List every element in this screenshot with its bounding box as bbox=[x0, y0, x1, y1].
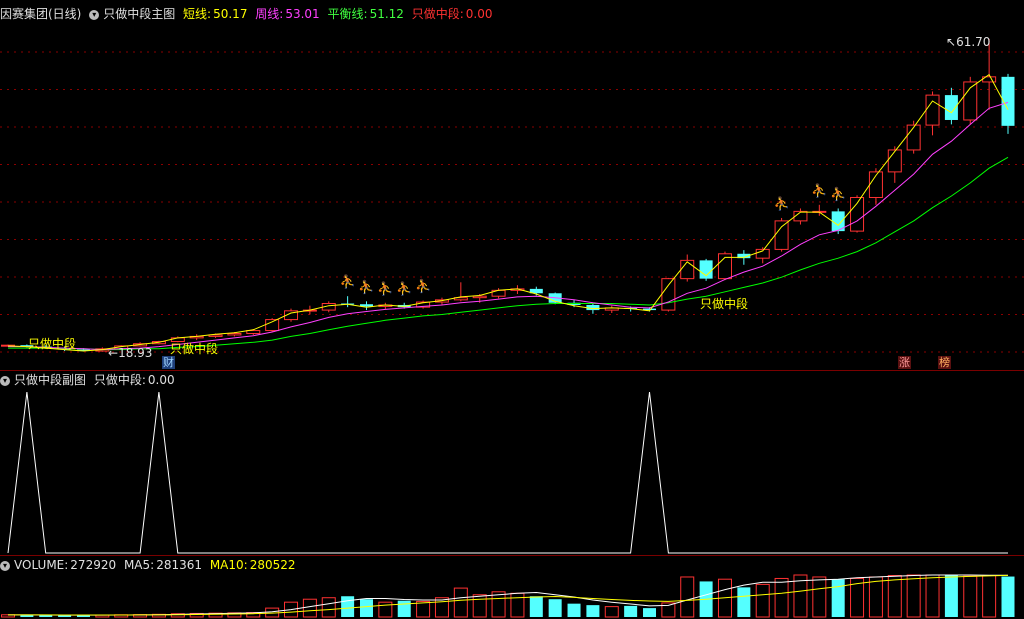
candle-body bbox=[887, 149, 902, 173]
badge-zhang[interactable]: 涨 bbox=[898, 356, 911, 369]
candle-body bbox=[944, 95, 958, 120]
low-price-label: ←18.93 bbox=[108, 346, 152, 360]
sub-indicator-line bbox=[7, 391, 1008, 554]
volume-bar bbox=[567, 603, 581, 617]
price-gridlines bbox=[0, 51, 1024, 353]
signal-figure-icon: ⛹ bbox=[358, 278, 374, 295]
volume-bar bbox=[680, 576, 695, 618]
volume-bar bbox=[604, 606, 619, 618]
signal-figure-icon: ⛹ bbox=[773, 195, 789, 212]
volume-bar bbox=[887, 574, 902, 618]
volume-bar bbox=[453, 587, 468, 618]
volume-bar bbox=[963, 575, 978, 618]
volume-bar bbox=[624, 605, 638, 617]
candle-body bbox=[774, 220, 789, 250]
volume-bar bbox=[472, 594, 487, 618]
volume-bar bbox=[944, 575, 958, 617]
candle-body bbox=[906, 124, 921, 151]
volume-bar bbox=[529, 596, 543, 617]
low-arrow-icon: ← bbox=[108, 346, 119, 360]
volume-bar bbox=[302, 598, 317, 618]
badge-bang[interactable]: 榜 bbox=[938, 356, 951, 369]
candle-body bbox=[472, 295, 487, 299]
volume-bar bbox=[643, 608, 657, 617]
low-price-value: 18.93 bbox=[118, 346, 153, 360]
signal-figure-icon: ⛹ bbox=[396, 280, 412, 297]
volume-bar bbox=[321, 597, 336, 618]
volume-bar bbox=[982, 574, 997, 618]
balance-line bbox=[8, 156, 1009, 351]
volume-bar bbox=[359, 599, 373, 617]
volume-bar bbox=[434, 597, 449, 618]
candle-body bbox=[661, 278, 676, 311]
volume-bar bbox=[397, 600, 411, 617]
signal-figure-icon: ⛹ bbox=[830, 185, 846, 202]
volume-bar bbox=[510, 592, 525, 618]
volume-bar bbox=[341, 596, 355, 617]
high-price-label: ↖61.70 bbox=[946, 35, 990, 49]
volume-bar bbox=[548, 599, 562, 617]
signal-figure-icon: ⛹ bbox=[415, 278, 431, 295]
candle-body bbox=[680, 259, 695, 280]
candle-body bbox=[925, 94, 940, 126]
volume-bar bbox=[868, 576, 883, 618]
chart-canvas[interactable]: ⛹ ⛹ ⛹ ⛹ ⛹⛹⛹ ⛹ bbox=[0, 0, 1024, 619]
signal-text-2: 只做中段 bbox=[170, 342, 219, 356]
signal-text-3: 只做中段 bbox=[700, 297, 749, 311]
candle-body bbox=[227, 332, 242, 336]
signal-figure-icon: ⛹ bbox=[340, 273, 356, 290]
volume-bar bbox=[586, 605, 600, 617]
badge-cai[interactable]: 财 bbox=[162, 356, 175, 369]
candle-body bbox=[265, 319, 280, 332]
volume-bar bbox=[831, 579, 845, 617]
volume-bar bbox=[812, 576, 827, 618]
volume-bar bbox=[755, 583, 770, 618]
volume-bar bbox=[416, 600, 431, 618]
high-arrow-icon: ↖ bbox=[946, 35, 957, 49]
volume-series bbox=[1, 574, 1015, 618]
volume-bar bbox=[737, 587, 751, 617]
signal-figure-icon: ⛹ bbox=[377, 280, 393, 297]
signal-figure-icon: ⛹ bbox=[811, 182, 827, 199]
volume-bar bbox=[906, 574, 921, 618]
high-price-value: 61.70 bbox=[956, 35, 991, 49]
volume-bar bbox=[76, 615, 90, 617]
volume-bar bbox=[774, 577, 789, 618]
volume-bar bbox=[1001, 576, 1015, 617]
volume-bar bbox=[925, 574, 940, 618]
sub-indicator-series bbox=[7, 391, 1008, 554]
signal-text-1: 只做中段 bbox=[28, 337, 77, 351]
